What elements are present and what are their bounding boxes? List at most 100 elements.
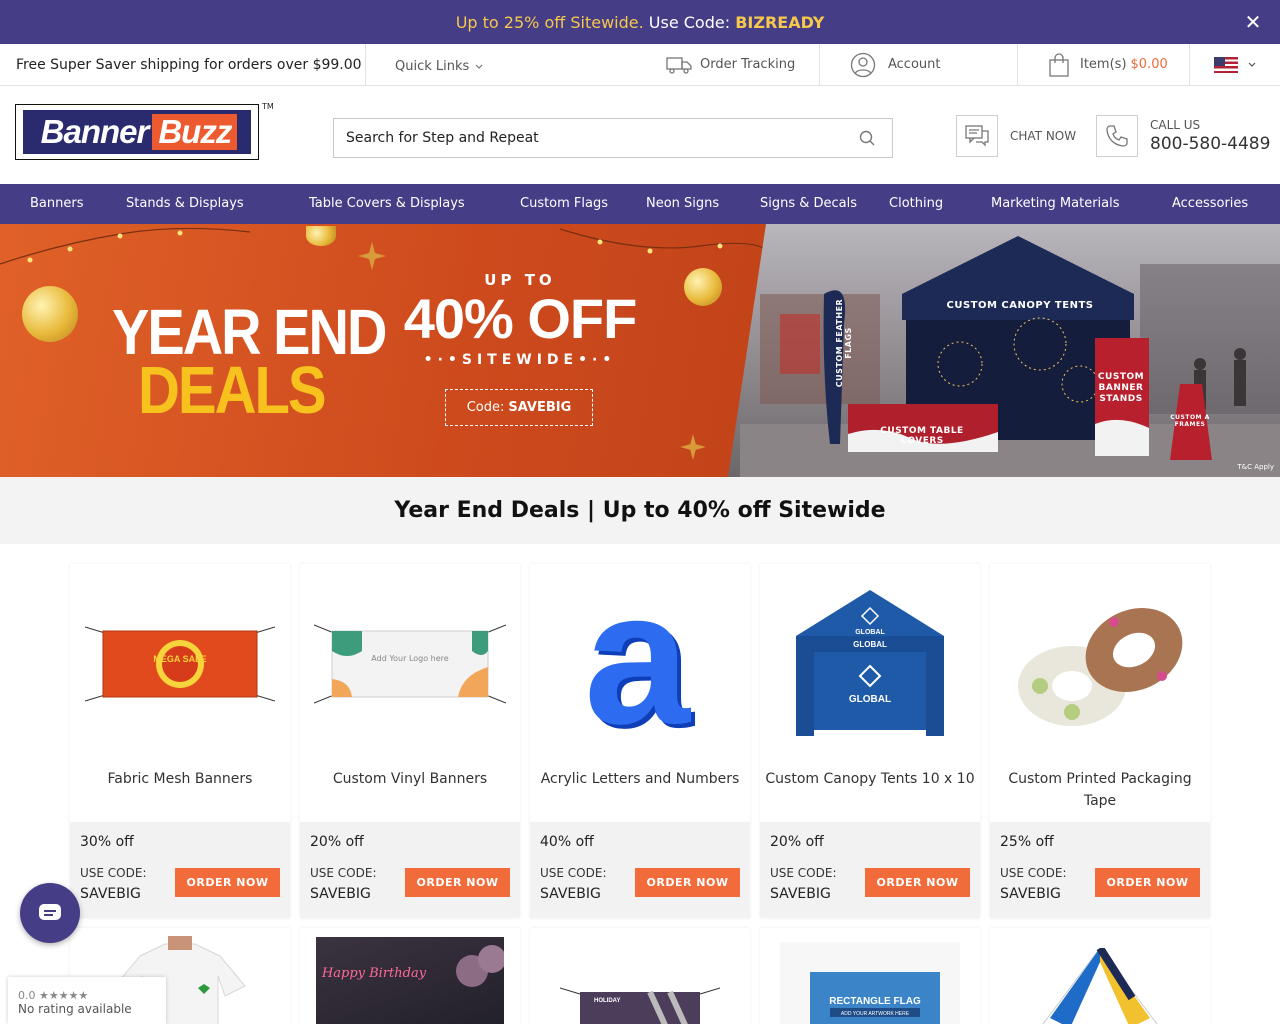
search-icon [859, 130, 875, 146]
cart-items-label: Item(s) [1080, 57, 1127, 72]
star-decoration-icon [680, 434, 706, 460]
order-tracking-link[interactable]: Order Tracking [646, 44, 820, 85]
product-card[interactable]: RECTANGLE FLAG ADD YOUR ARTWORK HERE [760, 928, 980, 1024]
hero-label-table: CUSTOM TABLE COVERS [880, 426, 964, 446]
product-name[interactable]: Custom Vinyl Banners [304, 768, 516, 790]
tent-valance-text: GLOBAL [853, 640, 887, 649]
logo-text-buzz: Buzz [152, 114, 238, 150]
utility-bar: Free Super Saver shipping for orders ove… [0, 44, 1280, 86]
promo-code: BIZREADY [735, 12, 825, 32]
order-now-button[interactable]: ORDER NOW [175, 868, 280, 897]
product-card[interactable]: Custom Printed Packaging Tape 25% off US… [990, 564, 1210, 918]
logo-text-banner: Banner [40, 113, 150, 150]
nav-item-marketing-materials[interactable]: Marketing Materials [991, 184, 1120, 224]
packaging-tape-image [1018, 608, 1183, 726]
product-card[interactable]: MEGA SALE Fabric Mesh Banners 30% off US… [70, 564, 290, 918]
svg-text:a: a [584, 579, 691, 749]
phone-icon [1106, 125, 1128, 147]
cart-link[interactable]: Item(s) $0.00 [1018, 44, 1190, 85]
quick-links-label: Quick Links [395, 59, 470, 74]
hero-sitewide: •·•SITEWIDE•·• [423, 352, 617, 368]
product-image[interactable]: MEGA SALE [80, 574, 280, 754]
nav-item-accessories[interactable]: Accessories [1172, 184, 1248, 224]
promo-use-code: Use Code: [648, 12, 731, 32]
discount-label: 20% off [310, 834, 364, 850]
discount-label: 25% off [1000, 834, 1054, 850]
order-now-button[interactable]: ORDER NOW [635, 868, 740, 897]
svg-text:GLOBAL: GLOBAL [855, 629, 885, 636]
rating-badge[interactable]: 0.0 ★★★★★ No rating available [8, 977, 166, 1024]
trademark-mark: TM [262, 102, 274, 111]
deals-section-header: Year End Deals | Up to 40% off Sitewide [0, 477, 1280, 544]
coupon-code: SAVEBIG [1000, 886, 1061, 902]
discount-label: 20% off [770, 834, 824, 850]
account-label: Account [888, 57, 941, 72]
product-card[interactable]: HOLIDAY [530, 928, 750, 1024]
close-icon[interactable]: ✕ [1242, 11, 1264, 33]
us-flag-icon [1214, 56, 1238, 73]
hero-label-canopy: CUSTOM CANOPY TENTS [946, 300, 1094, 311]
rectangle-flag-text: RECTANGLE FLAG [829, 996, 921, 1007]
nav-item-banners[interactable]: Banners [30, 184, 83, 224]
mall-background [740, 236, 1280, 477]
product-image[interactable] [1000, 574, 1200, 754]
promo-lead: Up to 25% off Sitewide. [455, 12, 644, 32]
nav-item-custom-flags[interactable]: Custom Flags [520, 184, 608, 224]
main-nav: Banners Stands & Displays Table Covers &… [0, 184, 1280, 224]
coupon-code: SAVEBIG [540, 886, 601, 902]
use-code-label: USE CODE: [80, 866, 147, 880]
product-image[interactable]: Add Your Logo here [310, 574, 510, 754]
order-now-button[interactable]: ORDER NOW [865, 868, 970, 897]
chat-now-link[interactable]: CHAT NOW [956, 115, 1076, 157]
nav-item-neon-signs[interactable]: Neon Signs [646, 184, 719, 224]
hero-label-feather: CUSTOM FEATHER FLAGS [835, 298, 853, 388]
search-button[interactable] [842, 119, 892, 157]
product-name[interactable]: Acrylic Letters and Numbers [534, 768, 746, 790]
acrylic-letter-image: a a [584, 579, 695, 749]
product-name[interactable]: Custom Canopy Tents 10 x 10 [764, 768, 976, 790]
product-card[interactable]: a a Acrylic Letters and Numbers 40% off … [530, 564, 750, 918]
coupon-code: SAVEBIG [770, 886, 831, 902]
nav-item-signs-decals[interactable]: Signs & Decals [760, 184, 857, 224]
product-offer: 40% off USE CODE: SAVEBIG ORDER NOW [530, 822, 750, 918]
use-code-label: USE CODE: [1000, 866, 1067, 880]
discount-label: 30% off [80, 834, 134, 850]
product-card[interactable]: Add Your Logo here Custom Vinyl Banners … [300, 564, 520, 918]
nav-item-clothing[interactable]: Clothing [889, 184, 943, 224]
nav-item-table-covers[interactable]: Table Covers & Displays [309, 184, 465, 224]
product-name[interactable]: Fabric Mesh Banners [74, 768, 286, 790]
order-now-button[interactable]: ORDER NOW [405, 868, 510, 897]
product-name[interactable]: Custom Printed Packaging Tape [994, 768, 1206, 812]
chat-bubble-icon [39, 904, 61, 920]
rectangle-flag-subtext: ADD YOUR ARTWORK HERE [841, 1011, 910, 1017]
search-bar[interactable] [333, 118, 893, 158]
product-card[interactable]: GLOBAL GLOBAL GLOBAL Custom Canopy Tents… [760, 564, 980, 918]
order-now-button[interactable]: ORDER NOW [1095, 868, 1200, 897]
product-offer: 20% off USE CODE: SAVEBIG ORDER NOW [760, 822, 980, 918]
user-icon [850, 52, 876, 77]
product-image[interactable]: a a [540, 574, 740, 754]
rectangle-flag-image: RECTANGLE FLAG ADD YOUR ARTWORK HERE [780, 942, 960, 1024]
live-chat-button[interactable] [20, 883, 80, 943]
shipping-message: Free Super Saver shipping for orders ove… [0, 44, 366, 85]
svg-text:GLOBAL: GLOBAL [849, 694, 891, 705]
account-link[interactable]: Account [820, 44, 1018, 85]
product-card[interactable]: Happy Birthday [300, 928, 520, 1024]
mesh-banner-image: MEGA SALE [85, 626, 275, 702]
quick-links-dropdown[interactable]: Quick Links [366, 44, 646, 85]
promo-bar: Up to 25% off Sitewide. Use Code: BIZREA… [0, 0, 1280, 44]
call-us-link[interactable]: CALL US 800-580-4489 [1096, 115, 1270, 157]
neon-sign-text: Happy Birthday [321, 966, 427, 981]
country-selector[interactable] [1190, 44, 1280, 85]
call-us-text: CALL US 800-580-4489 [1150, 118, 1270, 154]
bannerbuzz-logo[interactable]: Banner Buzz [15, 104, 259, 160]
product-image[interactable]: GLOBAL GLOBAL GLOBAL [770, 574, 970, 754]
product-card[interactable] [990, 928, 1210, 1024]
hero-banner[interactable]: YEAR END DEALS UP TO 40% OFF •·•SITEWIDE… [0, 224, 1280, 477]
ornament-icon [22, 286, 78, 342]
nav-item-stands-displays[interactable]: Stands & Displays [126, 184, 244, 224]
search-input[interactable] [346, 130, 842, 146]
star-decoration-icon [358, 242, 386, 270]
hero-promo-code: Code: SAVEBIG [445, 389, 593, 426]
section-title: Year End Deals | Up to 40% off Sitewide [394, 498, 886, 523]
